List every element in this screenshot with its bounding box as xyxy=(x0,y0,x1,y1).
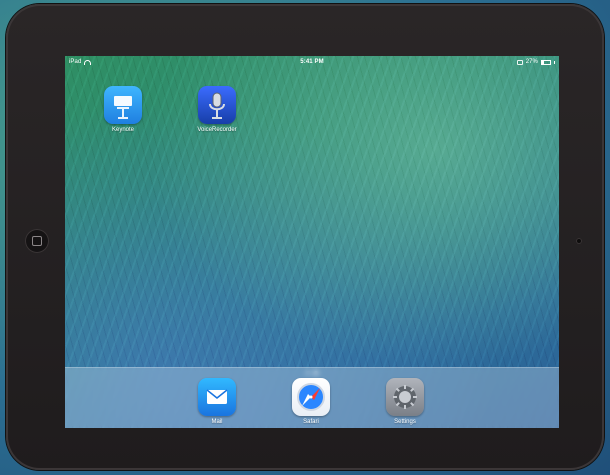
mail-icon xyxy=(198,378,236,416)
dock-app-safari[interactable]: Safari xyxy=(281,378,341,428)
settings-gear-icon xyxy=(386,378,424,416)
ipad-device-frame: iPad 5:41 PM 27% Keynote VoiceRecorder M… xyxy=(6,4,604,470)
home-button[interactable] xyxy=(25,229,49,253)
dock-app-settings[interactable]: Settings xyxy=(375,378,435,428)
compass-glyph xyxy=(297,383,325,411)
keynote-podium-icon xyxy=(114,96,132,119)
mail-envelope-icon xyxy=(206,389,228,404)
keynote-icon xyxy=(104,86,142,124)
battery-tip xyxy=(554,60,555,64)
battery-icon xyxy=(541,59,551,65)
app-label: Keynote xyxy=(111,127,135,133)
front-camera-icon xyxy=(576,238,582,244)
safari-compass-icon xyxy=(292,378,330,416)
app-keynote[interactable]: Keynote xyxy=(93,86,153,148)
bluetooth-icon xyxy=(516,59,523,65)
dock-app-mail[interactable]: Mail xyxy=(187,378,247,428)
app-label: VoiceRecorder xyxy=(197,127,237,133)
app-label: Mail xyxy=(211,419,223,425)
ipad-screen: iPad 5:41 PM 27% Keynote VoiceRecorder M… xyxy=(65,56,559,428)
app-label: Settings xyxy=(394,419,416,425)
microphone-icon xyxy=(198,86,236,124)
status-bar: iPad 5:41 PM 27% xyxy=(65,56,559,70)
gear-glyph xyxy=(393,385,417,409)
status-time: 5:41 PM xyxy=(300,59,324,65)
app-label: Safari xyxy=(303,419,319,425)
app-voicerecorder[interactable]: VoiceRecorder xyxy=(187,86,247,148)
battery-percent: 27% xyxy=(525,59,538,65)
status-right: 27% xyxy=(516,59,555,65)
dock: Mail Safari Settings xyxy=(65,367,559,428)
microphone-glyph xyxy=(209,92,225,119)
